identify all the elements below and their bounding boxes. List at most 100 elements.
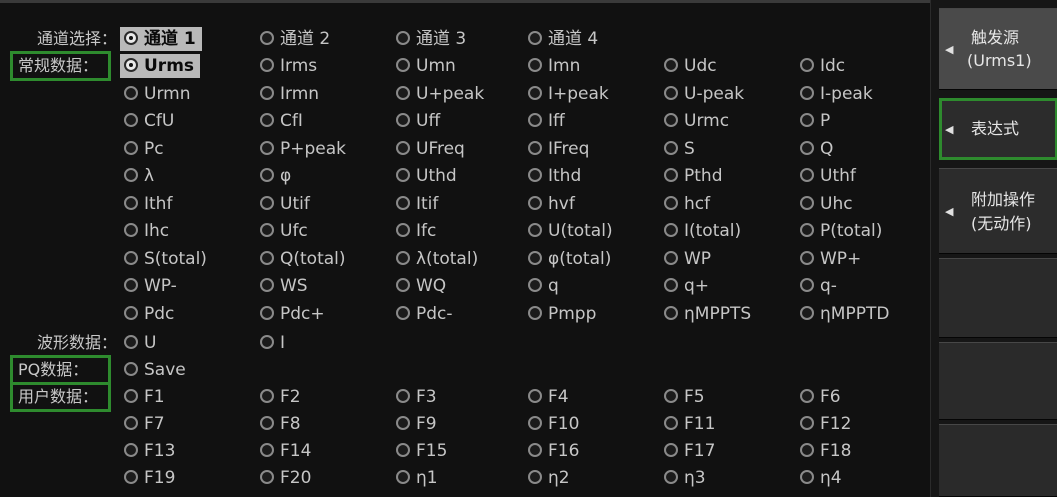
user-f20-radio[interactable]: F20: [256, 466, 317, 490]
option-itif[interactable]: Itif: [392, 192, 444, 216]
option-ws[interactable]: WS: [256, 274, 314, 298]
option-ithf[interactable]: Ithf: [120, 192, 178, 216]
trigger-source-button[interactable]: ◀ 触发源 (Urms1): [939, 8, 1057, 90]
option-p[interactable]: P: [796, 109, 836, 133]
pq-save-radio[interactable]: Save: [120, 358, 192, 382]
option-wq[interactable]: WQ: [392, 274, 452, 298]
option-p-total[interactable]: P(total): [796, 219, 888, 243]
option-iff[interactable]: Iff: [524, 109, 571, 133]
option-item[interactable]: φ: [256, 164, 297, 188]
option-item[interactable]: λ: [120, 164, 160, 188]
option-wp[interactable]: WP: [660, 247, 717, 271]
option-q-total[interactable]: Q(total): [256, 247, 352, 271]
user-f5-radio[interactable]: F5: [660, 385, 711, 409]
option-ihc[interactable]: Ihc: [120, 219, 175, 243]
softkey-6-empty[interactable]: [939, 424, 1057, 497]
wave-i-radio[interactable]: I: [256, 331, 291, 355]
user-1-radio[interactable]: η1: [392, 466, 444, 490]
option-i-peak[interactable]: I-peak: [796, 82, 879, 106]
user-f12-radio[interactable]: F12: [796, 412, 857, 436]
option-ufc[interactable]: Ufc: [256, 219, 314, 243]
radio-icon: [800, 223, 814, 237]
option-hvf[interactable]: hvf: [524, 192, 581, 216]
option-u-total[interactable]: U(total): [524, 219, 619, 243]
user-f9-radio[interactable]: F9: [392, 412, 443, 436]
user-f3-radio[interactable]: F3: [392, 385, 443, 409]
softkey-4-empty[interactable]: [939, 258, 1057, 338]
radio-icon: [528, 223, 542, 237]
option-imn[interactable]: Imn: [524, 54, 586, 78]
option-umn[interactable]: Umn: [392, 54, 462, 78]
option-wp[interactable]: WP-: [120, 274, 183, 298]
user-f8-radio[interactable]: F8: [256, 412, 307, 436]
user-4-radio[interactable]: η4: [796, 466, 848, 490]
user-f18-radio[interactable]: F18: [796, 439, 857, 463]
option-irmn[interactable]: Irmn: [256, 82, 325, 106]
user-f11-radio[interactable]: F11: [660, 412, 721, 436]
option-mppts[interactable]: ηMPPTS: [660, 302, 757, 326]
option-q[interactable]: Q: [796, 137, 839, 161]
user-f13-radio[interactable]: F13: [120, 439, 181, 463]
option-irms[interactable]: Irms: [256, 54, 323, 78]
option-ufreq[interactable]: UFreq: [392, 137, 471, 161]
option-pc[interactable]: Pc: [120, 137, 170, 161]
option-urmc[interactable]: Urmc: [660, 109, 735, 133]
option-cfi[interactable]: CfI: [256, 109, 309, 133]
option-u-peak[interactable]: U+peak: [392, 82, 490, 106]
user-f15-radio[interactable]: F15: [392, 439, 453, 463]
option-urmn[interactable]: Urmn: [120, 82, 196, 106]
user-f19-radio[interactable]: F19: [120, 466, 181, 490]
option-hcf[interactable]: hcf: [660, 192, 716, 216]
user-f1-radio[interactable]: F1: [120, 385, 171, 409]
option-idc[interactable]: Idc: [796, 54, 851, 78]
user-f14-radio[interactable]: F14: [256, 439, 317, 463]
option-udc[interactable]: Udc: [660, 54, 723, 78]
user-data-row: F7 F8 F9 F10 F11 F12: [0, 411, 930, 437]
option-p-peak[interactable]: P+peak: [256, 137, 352, 161]
option-pdc[interactable]: Pdc+: [256, 302, 331, 326]
wave-u-radio[interactable]: U: [120, 331, 162, 355]
option-urms[interactable]: Urms: [120, 54, 201, 78]
option-cfu[interactable]: CfU: [120, 109, 180, 133]
expression-button[interactable]: ◀ 表达式: [939, 98, 1057, 160]
option-pdc[interactable]: Pdc: [120, 302, 180, 326]
option-mpptd[interactable]: ηMPPTD: [796, 302, 895, 326]
user-f4-radio[interactable]: F4: [524, 385, 575, 409]
option-uthf[interactable]: Uthf: [796, 164, 862, 188]
channel-3-radio[interactable]: 通道 3: [392, 27, 472, 51]
channel-1-radio[interactable]: 通道 1: [120, 27, 202, 51]
option-ifc[interactable]: Ifc: [392, 219, 442, 243]
option-ifreq[interactable]: IFreq: [524, 137, 595, 161]
channel-2-radio[interactable]: 通道 2: [256, 27, 336, 51]
option-s[interactable]: S: [660, 137, 701, 161]
option-i-peak[interactable]: I+peak: [524, 82, 615, 106]
option-uff[interactable]: Uff: [392, 109, 446, 133]
option-uhc[interactable]: Uhc: [796, 192, 859, 216]
option-s-total[interactable]: S(total): [120, 247, 213, 271]
extra-operation-button[interactable]: ◀ 附加操作 (无动作): [939, 168, 1057, 254]
option-wp[interactable]: WP+: [796, 247, 867, 271]
user-f6-radio[interactable]: F6: [796, 385, 847, 409]
option-ithd[interactable]: Ithd: [524, 164, 587, 188]
option-pmpp[interactable]: Pmpp: [524, 302, 602, 326]
user-3-radio[interactable]: η3: [660, 466, 712, 490]
option-q[interactable]: q: [524, 274, 565, 298]
softkey-5-empty[interactable]: [939, 342, 1057, 420]
option-q[interactable]: q+: [660, 274, 715, 298]
option-uthd[interactable]: Uthd: [392, 164, 463, 188]
option-pthd[interactable]: Pthd: [660, 164, 728, 188]
option-i-total[interactable]: I(total): [660, 219, 747, 243]
user-f16-radio[interactable]: F16: [524, 439, 585, 463]
user-f17-radio[interactable]: F17: [660, 439, 721, 463]
user-f2-radio[interactable]: F2: [256, 385, 307, 409]
option-u-peak[interactable]: U-peak: [660, 82, 750, 106]
channel-4-radio[interactable]: 通道 4: [524, 27, 604, 51]
option-q[interactable]: q-: [796, 274, 843, 298]
option-pdc[interactable]: Pdc-: [392, 302, 459, 326]
option-utif[interactable]: Utif: [256, 192, 316, 216]
option-total[interactable]: λ(total): [392, 247, 484, 271]
user-f7-radio[interactable]: F7: [120, 412, 171, 436]
user-f10-radio[interactable]: F10: [524, 412, 585, 436]
user-2-radio[interactable]: η2: [524, 466, 576, 490]
option-total[interactable]: φ(total): [524, 247, 617, 271]
